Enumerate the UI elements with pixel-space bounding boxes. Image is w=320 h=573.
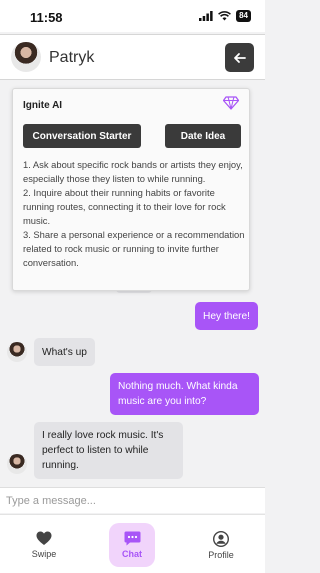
- ai-suggestion-item: 3. Share a personal experience or a reco…: [23, 229, 245, 268]
- status-icons: 84: [199, 10, 251, 22]
- message-composer: [0, 487, 265, 513]
- chat-icon: [124, 531, 140, 546]
- battery-indicator: 84: [236, 10, 251, 22]
- tab-label: Chat: [122, 549, 142, 559]
- heart-icon: [36, 531, 52, 545]
- back-button[interactable]: [225, 43, 254, 72]
- avatar[interactable]: [11, 42, 41, 72]
- signal-icon: [199, 11, 213, 21]
- contact-name: Patryk: [49, 49, 95, 66]
- ai-suggestion-list: 1. Ask about specific rock bands or arti…: [23, 158, 245, 270]
- chat-header: Patryk: [0, 34, 265, 80]
- date-idea-button[interactable]: Date Idea: [165, 124, 241, 148]
- message-input[interactable]: [0, 488, 265, 513]
- gem-icon[interactable]: [223, 96, 239, 110]
- tab-chat[interactable]: Chat: [109, 523, 155, 567]
- message-bubble-sent: Nothing much. What kinda music are you i…: [110, 373, 259, 415]
- ai-suggestion-item: 1. Ask about specific rock bands or arti…: [23, 159, 243, 184]
- status-time: 11:58: [30, 10, 63, 25]
- message-bubble-sent: Hey there!: [195, 302, 258, 330]
- tab-label: Profile: [208, 549, 234, 560]
- ai-suggestion-item: 2. Inquire about their running habits or…: [23, 187, 226, 226]
- conversation-starter-button[interactable]: Conversation Starter: [23, 124, 141, 148]
- wifi-icon: [218, 11, 232, 21]
- arrow-left-icon: [233, 52, 246, 63]
- tab-label: Swipe: [31, 549, 57, 559]
- message-bubble-received: What's up: [34, 338, 95, 366]
- profile-icon: [213, 530, 229, 547]
- chat-area[interactable]: Ignite AI Conversation Starter Date Idea…: [0, 82, 265, 486]
- avatar[interactable]: [7, 342, 27, 362]
- status-bar: 11:58 84: [0, 0, 265, 32]
- ai-panel-title: Ignite AI: [23, 100, 63, 111]
- bottom-tab-bar: Swipe Chat Profile: [0, 514, 265, 573]
- tab-swipe[interactable]: Swipe: [21, 523, 67, 567]
- ai-suggestions-panel: Ignite AI Conversation Starter Date Idea…: [12, 88, 250, 291]
- message-bubble-received: I really love rock music. It's perfect t…: [34, 422, 183, 479]
- avatar[interactable]: [7, 454, 27, 474]
- tab-profile[interactable]: Profile: [198, 523, 244, 567]
